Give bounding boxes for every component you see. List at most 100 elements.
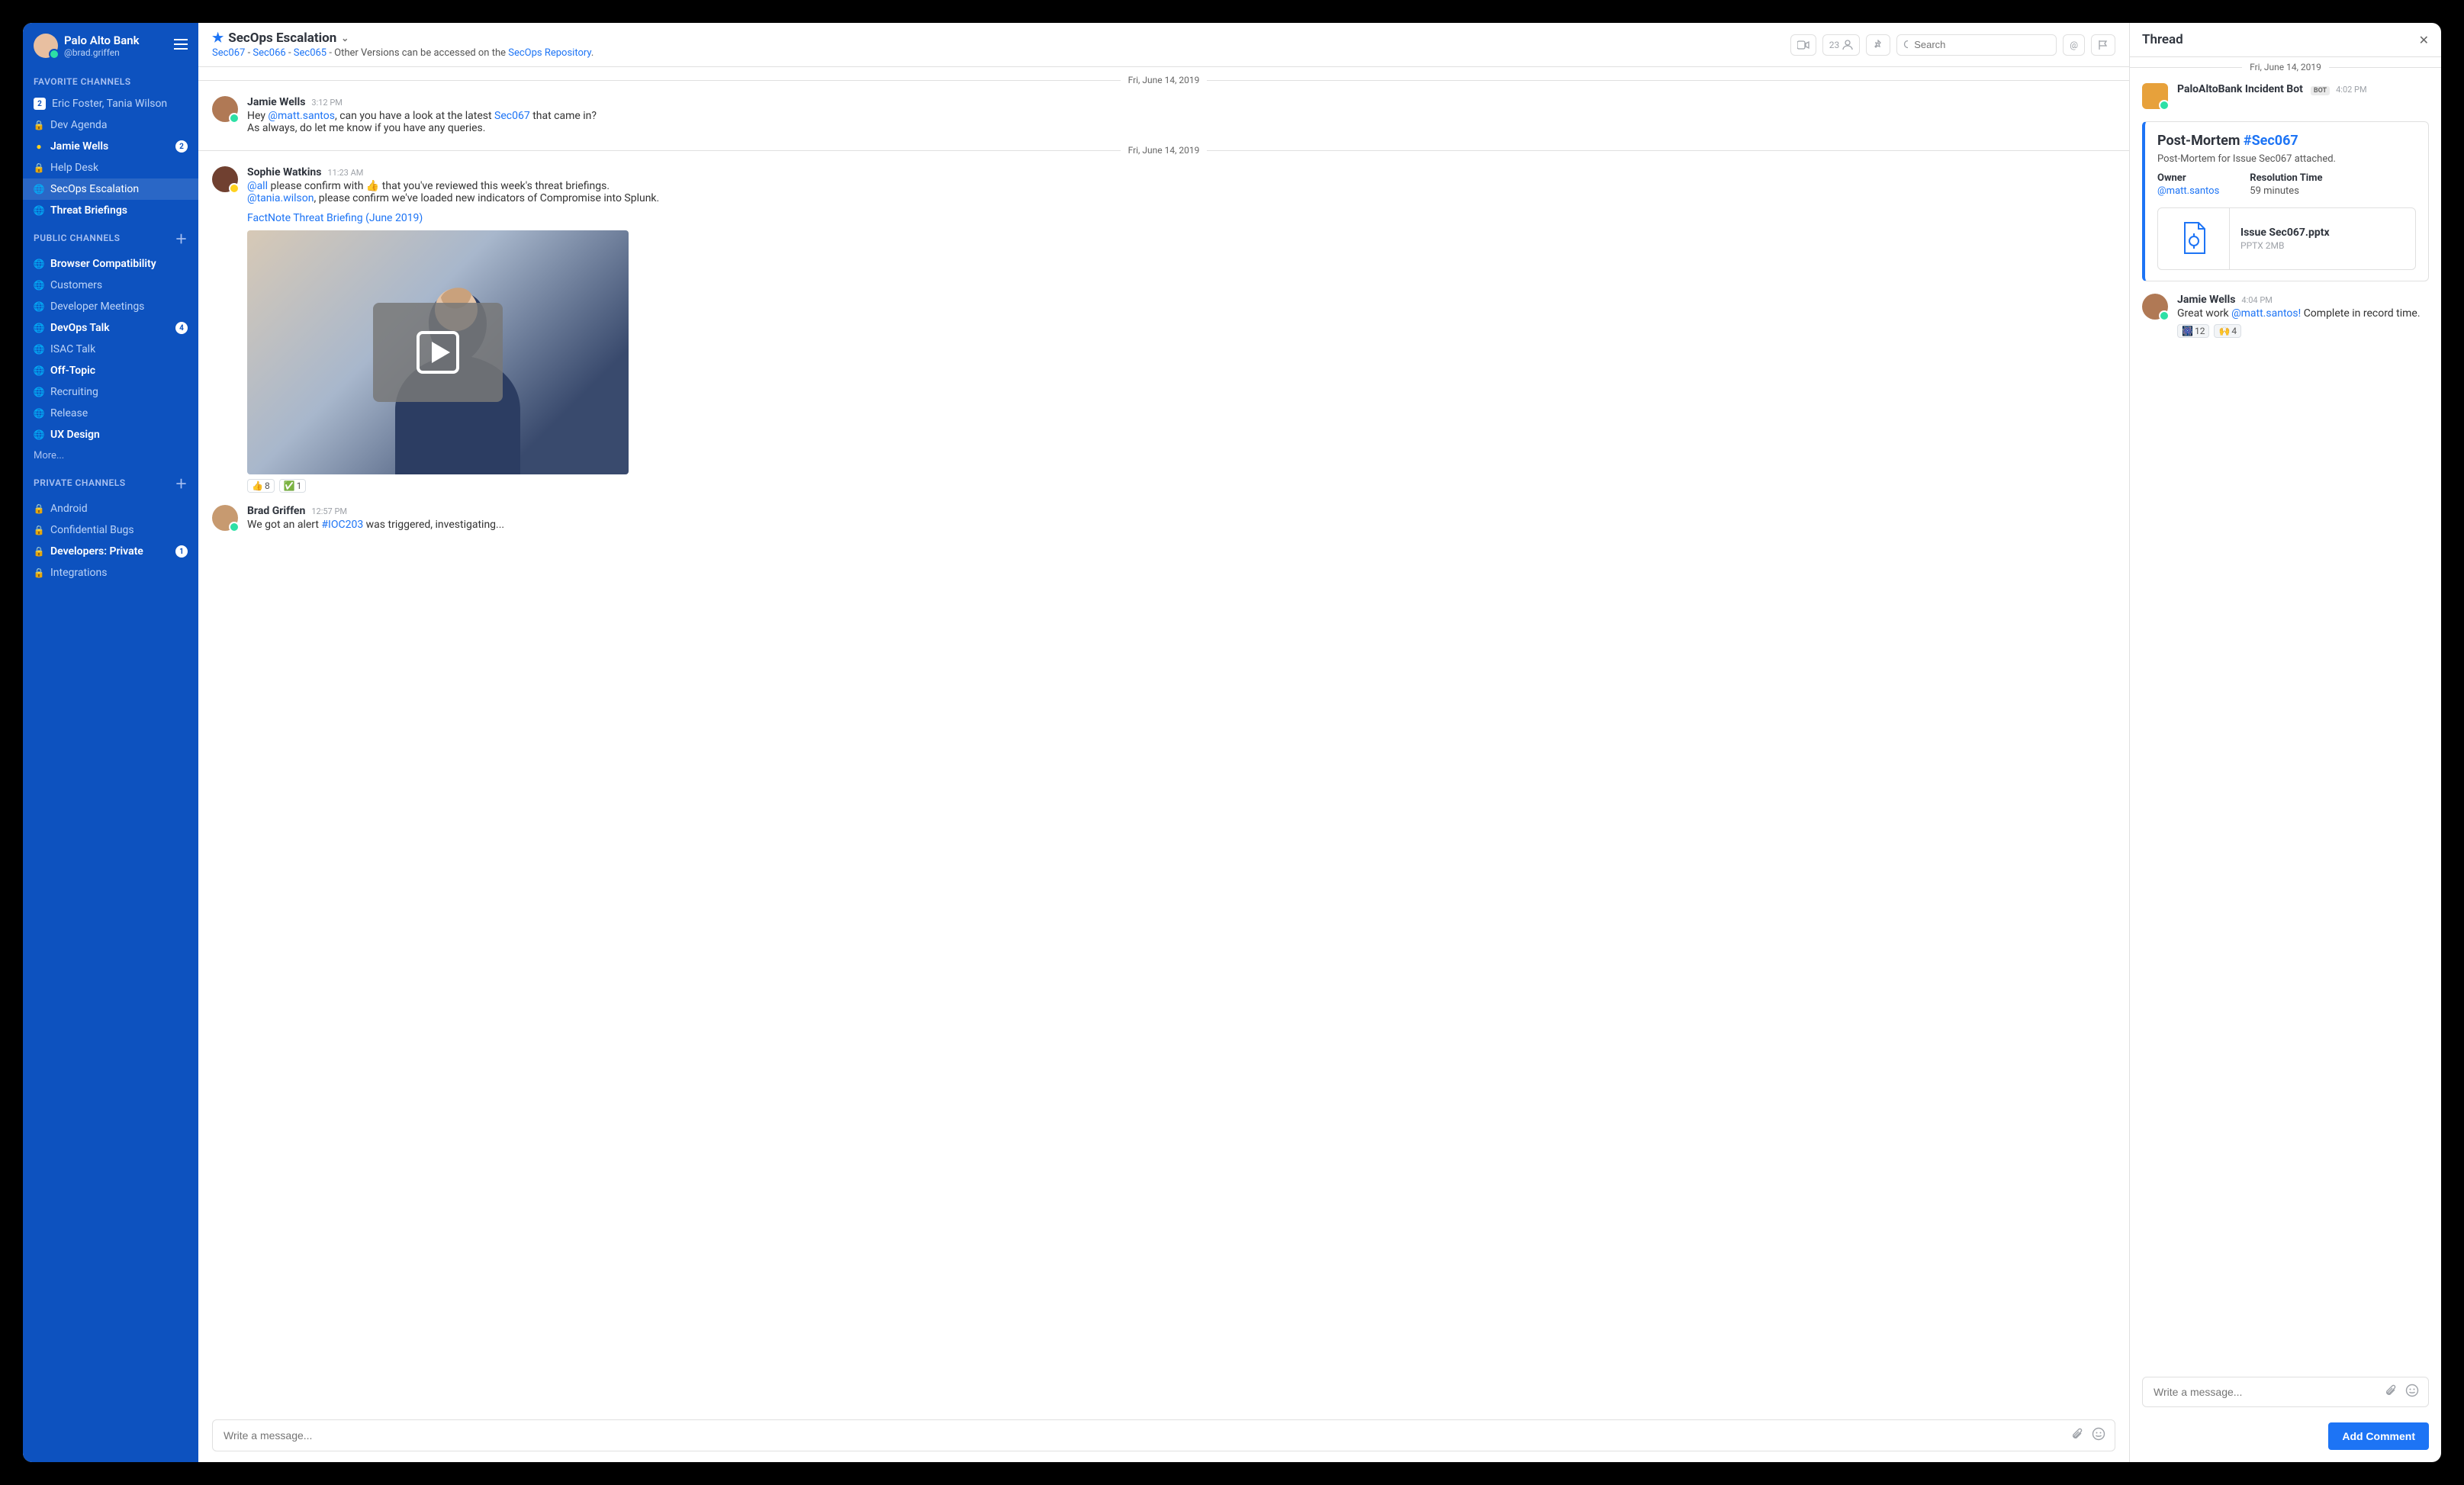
unread-badge: 2 <box>175 140 188 153</box>
main-composer[interactable] <box>212 1419 2115 1451</box>
channel-name: Off-Topic <box>50 365 188 377</box>
reaction-fireworks[interactable]: 🎆12 <box>2177 324 2209 338</box>
briefing-link[interactable]: FactNote Threat Briefing (June 2019) <box>247 212 423 224</box>
close-thread-icon[interactable]: ✕ <box>2419 33 2429 47</box>
user-avatar[interactable] <box>34 34 58 58</box>
sidebar-item-integrations[interactable]: 🔒Integrations <box>23 562 198 583</box>
author-name[interactable]: Jamie Wells <box>2177 294 2235 306</box>
sidebar-item-jamie-wells[interactable]: ● Jamie Wells 2 <box>23 136 198 157</box>
private-title: Private Channels ＋ <box>34 474 188 492</box>
video-preview[interactable] <box>247 230 629 474</box>
attachment-meta: Issue Sec067.pptx PPTX 2MB <box>2230 227 2340 251</box>
mention[interactable]: @matt.santos <box>268 110 335 122</box>
mention-button[interactable]: @ <box>2063 34 2085 56</box>
bot-avatar[interactable] <box>2142 83 2168 109</box>
chevron-down-icon[interactable]: ⌄ <box>341 33 349 43</box>
sidebar-item-ux-design[interactable]: 🌐UX Design <box>23 424 198 445</box>
channel-title[interactable]: ★ SecOps Escalation ⌄ <box>212 31 1778 46</box>
thread-composer[interactable] <box>2142 1377 2429 1407</box>
thread-body[interactable]: Fri, June 14, 2019 PaloAltoBank Incident… <box>2130 57 2441 1368</box>
at-icon: @ <box>2070 40 2078 50</box>
search-input[interactable] <box>1912 38 2050 51</box>
more-channels-link[interactable]: More... <box>23 445 198 466</box>
sidebar-item-dev-agenda[interactable]: 🔒 Dev Agenda <box>23 114 198 136</box>
sidebar-item-developer-meetings[interactable]: 🌐Developer Meetings <box>23 296 198 317</box>
message-body: Sophie Watkins 11:23 AM @all please conf… <box>247 166 2115 493</box>
thread-composer-input[interactable] <box>2152 1385 2376 1399</box>
timestamp: 12:57 PM <box>311 506 347 516</box>
channel-name: Integrations <box>50 567 188 579</box>
subtitle-link-sec065[interactable]: Sec065 <box>294 47 326 59</box>
members-button[interactable]: 23 <box>1822 34 1861 56</box>
sidebar-item-recruiting[interactable]: 🌐Recruiting <box>23 381 198 403</box>
video-call-button[interactable] <box>1790 34 1816 56</box>
sidebar-item-confidential-bugs[interactable]: 🔒 Confidential Bugs <box>23 519 198 541</box>
subtitle-sep: - <box>286 47 294 59</box>
sidebar-item-isac-talk[interactable]: 🌐ISAC Talk <box>23 339 198 360</box>
author-name[interactable]: PaloAltoBank Incident Bot <box>2177 83 2303 95</box>
subtitle-sep: - <box>326 47 334 59</box>
sidebar-item-devops-talk[interactable]: 🌐DevOps Talk4 <box>23 317 198 339</box>
channel-name: Threat Briefings <box>50 204 188 217</box>
sidebar-item-help-desk[interactable]: 🔒 Help Desk <box>23 157 198 178</box>
mention-all[interactable]: @all <box>247 180 268 192</box>
globe-icon: 🌐 <box>34 344 44 355</box>
avatar[interactable] <box>212 96 238 122</box>
reaction-raised-hands[interactable]: 🙌4 <box>2214 324 2241 338</box>
sidebar-item-android[interactable]: 🔒Android <box>23 498 198 519</box>
mention[interactable]: @matt.santos! <box>2231 307 2301 320</box>
incident-card: Post-Mortem #Sec067 Post-Mortem for Issu… <box>2142 121 2429 281</box>
sidebar-item-browser-compat[interactable]: 🌐Browser Compatibility <box>23 253 198 275</box>
user-handle: @brad.griffen <box>64 47 140 58</box>
composer-input[interactable] <box>222 1429 2063 1442</box>
search-box[interactable] <box>1896 34 2057 56</box>
star-icon[interactable]: ★ <box>212 31 224 46</box>
emoji-icon[interactable] <box>2405 1384 2419 1400</box>
lock-icon: 🔒 <box>34 525 44 535</box>
subtitle-text: Other Versions can be accessed on the <box>334 47 508 59</box>
owner-value[interactable]: @matt.santos <box>2157 185 2219 197</box>
avatar[interactable] <box>2142 294 2168 320</box>
subtitle-link-sec067[interactable]: Sec067 <box>212 47 245 59</box>
attach-icon[interactable] <box>2384 1384 2398 1400</box>
sidebar-item-threat-briefings[interactable]: 🌐 Threat Briefings <box>23 200 198 221</box>
pin-button[interactable] <box>1866 34 1890 56</box>
play-button[interactable] <box>373 303 503 402</box>
timestamp: 4:04 PM <box>2241 295 2272 305</box>
add-comment-button[interactable]: Add Comment <box>2328 1422 2429 1450</box>
favorites-title: Favorite Channels <box>34 76 188 87</box>
sidebar-item-secops-escalation[interactable]: 🌐 SecOps Escalation <box>23 178 198 200</box>
sidebar-item-release[interactable]: 🌐Release <box>23 403 198 424</box>
message-line: As always, do let me know if you have an… <box>247 122 2115 134</box>
app-shell: Palo Alto Bank @brad.griffen Favorite Ch… <box>23 23 2441 1462</box>
avatar[interactable] <box>212 505 238 531</box>
sidebar-item-off-topic[interactable]: 🌐Off-Topic <box>23 360 198 381</box>
channel-name: Dev Agenda <box>50 119 188 131</box>
mention[interactable]: @tania.wilson <box>247 192 314 204</box>
attachment[interactable]: Issue Sec067.pptx PPTX 2MB <box>2157 207 2416 270</box>
emoji-icon[interactable] <box>2092 1427 2105 1444</box>
message-list[interactable]: Fri, June 14, 2019 Jamie Wells 3:12 PM H… <box>198 67 2129 1412</box>
author-name[interactable]: Jamie Wells <box>247 96 305 108</box>
reaction-check[interactable]: ✅1 <box>279 479 307 493</box>
avatar[interactable] <box>212 166 238 192</box>
sidebar-item-eric-tania[interactable]: 2 Eric Foster, Tania Wilson <box>23 93 198 114</box>
hamburger-icon[interactable] <box>174 39 188 53</box>
author-name[interactable]: Sophie Watkins <box>247 166 321 178</box>
subtitle-link-sec066[interactable]: Sec066 <box>253 47 285 59</box>
subtitle-repo-link[interactable]: SecOps Repository <box>508 47 591 59</box>
link-sec067[interactable]: Sec067 <box>494 110 530 122</box>
channel-name: Confidential Bugs <box>50 524 188 536</box>
workspace-header[interactable]: Palo Alto Bank @brad.griffen <box>23 23 198 69</box>
reaction-thumbsup[interactable]: 👍8 <box>247 479 275 493</box>
flag-button[interactable] <box>2091 34 2115 56</box>
add-private-channel-icon[interactable]: ＋ <box>175 474 188 492</box>
hashtag-link[interactable]: #IOC203 <box>321 519 363 531</box>
card-hash[interactable]: #Sec067 <box>2244 133 2298 149</box>
attach-icon[interactable] <box>2070 1427 2084 1444</box>
sidebar-item-customers[interactable]: 🌐Customers <box>23 275 198 296</box>
author-name[interactable]: Brad Griffen <box>247 505 305 517</box>
sidebar-item-developers-private[interactable]: 🔒Developers: Private1 <box>23 541 198 562</box>
globe-icon: 🌐 <box>34 280 44 291</box>
add-channel-icon[interactable]: ＋ <box>175 229 188 247</box>
